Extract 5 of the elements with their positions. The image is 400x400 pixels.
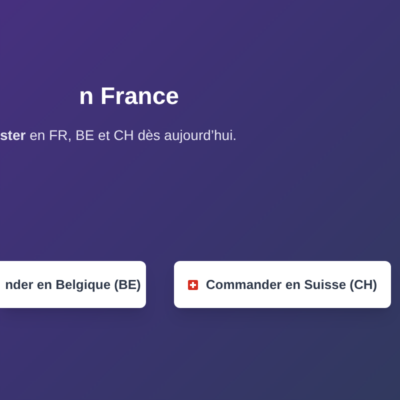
order-button[interactable]: nder en Belgique (BE)	[0, 261, 146, 308]
swiss-flag-icon	[188, 280, 198, 290]
hero-subtitle: ster en FR, BE et CH dès aujourd’hui.	[0, 126, 238, 145]
order-button[interactable]: Commander en Suisse (CH)	[174, 261, 391, 308]
hero-title: n France	[79, 83, 180, 111]
